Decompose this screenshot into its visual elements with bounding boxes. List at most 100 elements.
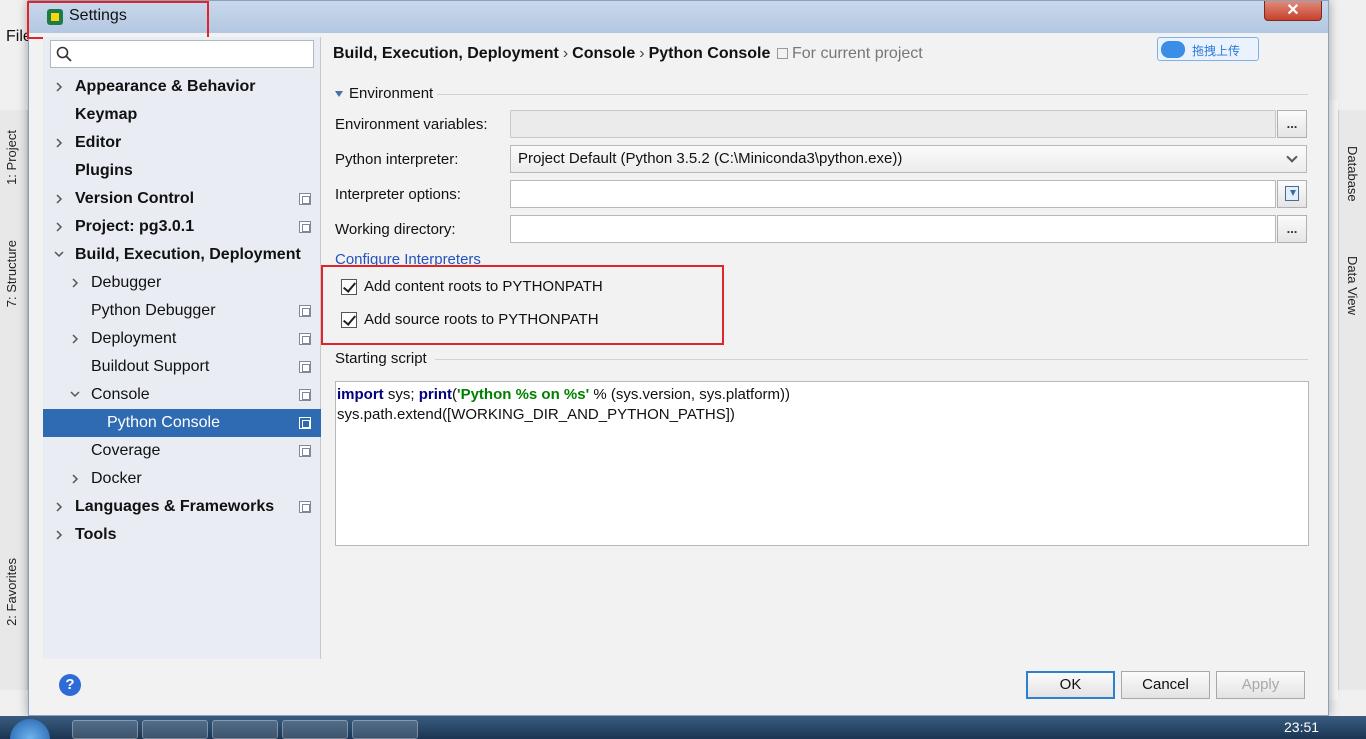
settings-tree-panel: Appearance & Behavior Keymap Editor Plugins…	[43, 37, 321, 659]
add-source-roots-label: Add source roots to PYTHONPATH	[364, 311, 599, 328]
chevron-down-icon[interactable]	[69, 381, 81, 409]
tree-item-version-control[interactable]: Version Control	[43, 185, 321, 213]
help-button[interactable]: ?	[59, 674, 81, 696]
project-scope-icon	[299, 221, 311, 233]
chevron-right-icon[interactable]	[69, 325, 81, 353]
expand-options-button[interactable]	[1277, 180, 1307, 208]
working-directory-label: Working directory:	[335, 221, 456, 238]
tree-item-label: Python Console	[107, 414, 220, 431]
tab-data-view[interactable]: Data View	[1345, 256, 1360, 315]
tree-item-editor[interactable]: Editor	[43, 129, 321, 157]
taskbar: 23:51	[0, 716, 1366, 739]
project-scope-icon	[299, 193, 311, 205]
chevron-right-icon[interactable]	[53, 493, 65, 521]
title-bar[interactable]: Settings ✕	[27, 1, 1328, 39]
tree-item-debugger[interactable]: Debugger	[43, 269, 321, 297]
interpreter-select[interactable]: Project Default (Python 3.5.2 (C:\Minico…	[510, 145, 1307, 173]
section-divider	[437, 94, 1308, 95]
project-scope-icon	[299, 501, 311, 513]
close-button[interactable]: ✕	[1264, 1, 1322, 21]
project-scope-icon	[299, 417, 311, 429]
tree-item-label: Debugger	[91, 274, 162, 291]
tree-item-label: Python Debugger	[91, 302, 216, 319]
taskbar-app-button[interactable]	[282, 720, 348, 739]
starting-script-editor[interactable]: import sys; print('Python %s on %s' % (s…	[335, 381, 1309, 546]
env-vars-label: Environment variables:	[335, 116, 488, 133]
env-vars-browse-button[interactable]: ...	[1277, 110, 1307, 138]
upload-label: 拖拽上传	[1192, 44, 1241, 58]
chevron-right-icon[interactable]	[53, 521, 65, 549]
taskbar-app-button[interactable]	[142, 720, 208, 739]
tree-item-project-pg3-0-1[interactable]: Project: pg3.0.1	[43, 213, 321, 241]
interpreter-options-field[interactable]	[510, 180, 1276, 208]
taskbar-app-button[interactable]	[212, 720, 278, 739]
tree-item-label: Version Control	[75, 190, 195, 207]
tree-item-label: Tools	[75, 526, 117, 543]
tree-item-python-debugger[interactable]: Python Debugger	[43, 297, 321, 325]
project-scope-icon	[299, 333, 311, 345]
ok-button[interactable]: OK	[1026, 671, 1115, 699]
tree-item-keymap[interactable]: Keymap	[43, 101, 321, 129]
start-button[interactable]	[10, 719, 50, 739]
breadcrumb: Build, Execution, Deployment › Console › Pyt…	[333, 45, 770, 63]
tab-structure[interactable]: 7: Structure	[4, 240, 19, 307]
environment-title: Environment	[349, 85, 434, 102]
taskbar-app-button[interactable]	[72, 720, 138, 739]
project-scope-icon	[299, 361, 311, 373]
tree-item-languages-frameworks[interactable]: Languages & Frameworks	[43, 493, 321, 521]
add-content-roots-label: Add content roots to PYTHONPATH	[364, 278, 603, 295]
environment-section-title[interactable]: Environment	[335, 85, 433, 102]
chevron-right-icon[interactable]	[53, 213, 65, 241]
apply-button[interactable]: Apply	[1216, 671, 1305, 699]
add-content-roots-checkbox[interactable]	[341, 279, 357, 295]
cloud-icon	[1161, 41, 1185, 58]
starting-script-title: Starting script	[335, 350, 427, 367]
tree-item-appearance-behavior[interactable]: Appearance & Behavior	[43, 73, 321, 101]
code-line: import sys; print('Python %s on %s' % (s…	[337, 386, 791, 403]
breadcrumb-separator: ›	[639, 45, 645, 62]
tree-item-label: Languages & Frameworks	[75, 498, 275, 515]
tree-item-docker[interactable]: Docker	[43, 465, 321, 493]
section-divider	[435, 359, 1308, 360]
tree-item-coverage[interactable]: Coverage	[43, 437, 321, 465]
clock: 23:51	[1284, 719, 1320, 735]
project-scope-icon	[299, 389, 311, 401]
chevron-right-icon[interactable]	[69, 269, 81, 297]
tree-item-label: Editor	[75, 134, 122, 151]
cancel-button[interactable]: Cancel	[1121, 671, 1210, 699]
expand-field-icon	[1285, 186, 1299, 201]
breadcrumb-separator: ›	[562, 45, 569, 62]
tree-item-python-console[interactable]: Python Console	[43, 409, 321, 437]
working-directory-browse-button[interactable]: ...	[1277, 215, 1307, 243]
breadcrumb-item: Python Console	[648, 45, 771, 62]
env-vars-field[interactable]	[510, 110, 1276, 138]
chevron-down-icon	[1286, 151, 1298, 163]
copy-icon	[777, 48, 788, 60]
tree-item-label: Project: pg3.0.1	[75, 218, 195, 235]
taskbar-app-button[interactable]	[352, 720, 418, 739]
tree-item-tools[interactable]: Tools	[43, 521, 321, 549]
tree-item-label: Coverage	[91, 442, 161, 459]
chevron-right-icon[interactable]	[53, 73, 65, 101]
working-directory-field[interactable]	[510, 215, 1276, 243]
tab-favorites[interactable]: 2: Favorites	[4, 558, 19, 626]
tab-database[interactable]: Database	[1345, 146, 1360, 202]
tab-project[interactable]: 1: Project	[4, 130, 19, 185]
scope-note: For current project	[777, 45, 923, 63]
chevron-right-icon[interactable]	[53, 129, 65, 157]
tree-item-label: Deployment	[91, 330, 177, 347]
search-input[interactable]	[50, 40, 314, 68]
code-line: sys.path.extend([WORKING_DIR_AND_PYTHON_…	[337, 406, 735, 423]
chevron-down-icon[interactable]	[53, 241, 65, 269]
tree-item-console[interactable]: Console	[43, 381, 321, 409]
tree-item-label: Buildout Support	[91, 358, 210, 375]
upload-button[interactable]: 拖拽上传	[1157, 37, 1259, 61]
tree-item-plugins[interactable]: Plugins	[43, 157, 321, 185]
tree-item-build-execution-deployment[interactable]: Build, Execution, Deployment	[43, 241, 321, 269]
tree-item-deployment[interactable]: Deployment	[43, 325, 321, 353]
add-source-roots-checkbox[interactable]	[341, 312, 357, 328]
tree-item-buildout-support[interactable]: Buildout Support	[43, 353, 321, 381]
chevron-right-icon[interactable]	[53, 185, 65, 213]
chevron-right-icon[interactable]	[69, 465, 81, 493]
interpreter-label: Python interpreter:	[335, 151, 459, 168]
